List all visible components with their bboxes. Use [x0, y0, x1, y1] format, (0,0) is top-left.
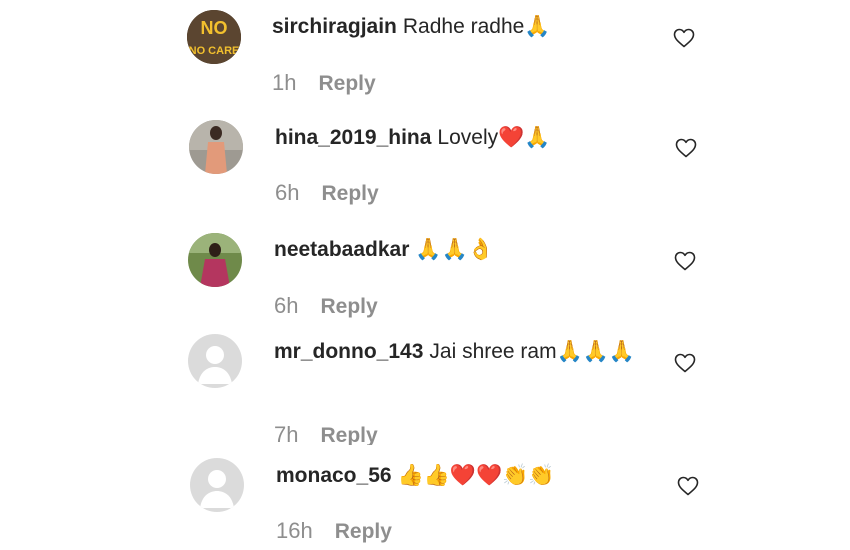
- default-avatar-icon[interactable]: [190, 458, 244, 512]
- comment-text: neetabaadkar 🙏🙏👌: [274, 235, 644, 265]
- comment-body: 🙏🙏👌: [415, 238, 494, 261]
- reply-button[interactable]: Reply: [321, 182, 378, 205]
- heart-outline-icon[interactable]: [676, 474, 700, 498]
- comment-text: sirchiragjain Radhe radhe🙏: [272, 12, 642, 42]
- comment-text: hina_2019_hina Lovely❤️🙏: [275, 123, 645, 153]
- comment-meta: 6h Reply: [274, 293, 378, 319]
- reply-button[interactable]: Reply: [335, 520, 392, 543]
- comment-time: 6h: [274, 293, 299, 318]
- comment-text: mr_donno_143 Jai shree ram🙏🙏🙏: [274, 337, 639, 367]
- heart-outline-icon[interactable]: [673, 249, 697, 273]
- comment-body: Jai shree ram🙏🙏🙏: [429, 340, 636, 363]
- comment-meta: 1h Reply: [272, 70, 376, 96]
- heart-outline-icon[interactable]: [674, 136, 698, 160]
- avatar[interactable]: NO NO CARE: [187, 10, 241, 64]
- comment-time: 7h: [274, 422, 299, 445]
- reply-button[interactable]: Reply: [320, 295, 377, 318]
- comment-time: 16h: [276, 518, 313, 543]
- comment-body: Lovely❤️🙏: [437, 126, 551, 149]
- svg-text:NO: NO: [201, 18, 228, 38]
- comment-meta: 6h Reply: [275, 180, 379, 206]
- avatar[interactable]: [188, 233, 242, 287]
- username-link[interactable]: mr_donno_143: [274, 340, 423, 363]
- comment-body: 👍👍❤️❤️👏👏: [397, 464, 555, 487]
- heart-outline-icon[interactable]: [673, 351, 697, 375]
- username-link[interactable]: neetabaadkar: [274, 238, 409, 261]
- username-link[interactable]: sirchiragjain: [272, 15, 397, 38]
- avatar[interactable]: [189, 120, 243, 174]
- comment-time: 1h: [272, 70, 297, 95]
- comment-meta-clip: 7h Reply: [0, 418, 850, 445]
- username-link[interactable]: monaco_56: [276, 464, 392, 487]
- reply-button[interactable]: Reply: [320, 424, 377, 445]
- comment-meta: 7h Reply: [274, 422, 378, 445]
- comment-body: Radhe radhe🙏: [402, 15, 551, 38]
- svg-text:NO CARE: NO CARE: [189, 45, 240, 57]
- comment-time: 6h: [275, 180, 300, 205]
- default-avatar-icon[interactable]: [188, 334, 242, 388]
- comment-meta: 16h Reply: [276, 518, 392, 544]
- comment-text: monaco_56 👍👍❤️❤️👏👏: [276, 461, 646, 491]
- reply-button[interactable]: Reply: [318, 72, 375, 95]
- heart-outline-icon[interactable]: [672, 26, 696, 50]
- username-link[interactable]: hina_2019_hina: [275, 126, 431, 149]
